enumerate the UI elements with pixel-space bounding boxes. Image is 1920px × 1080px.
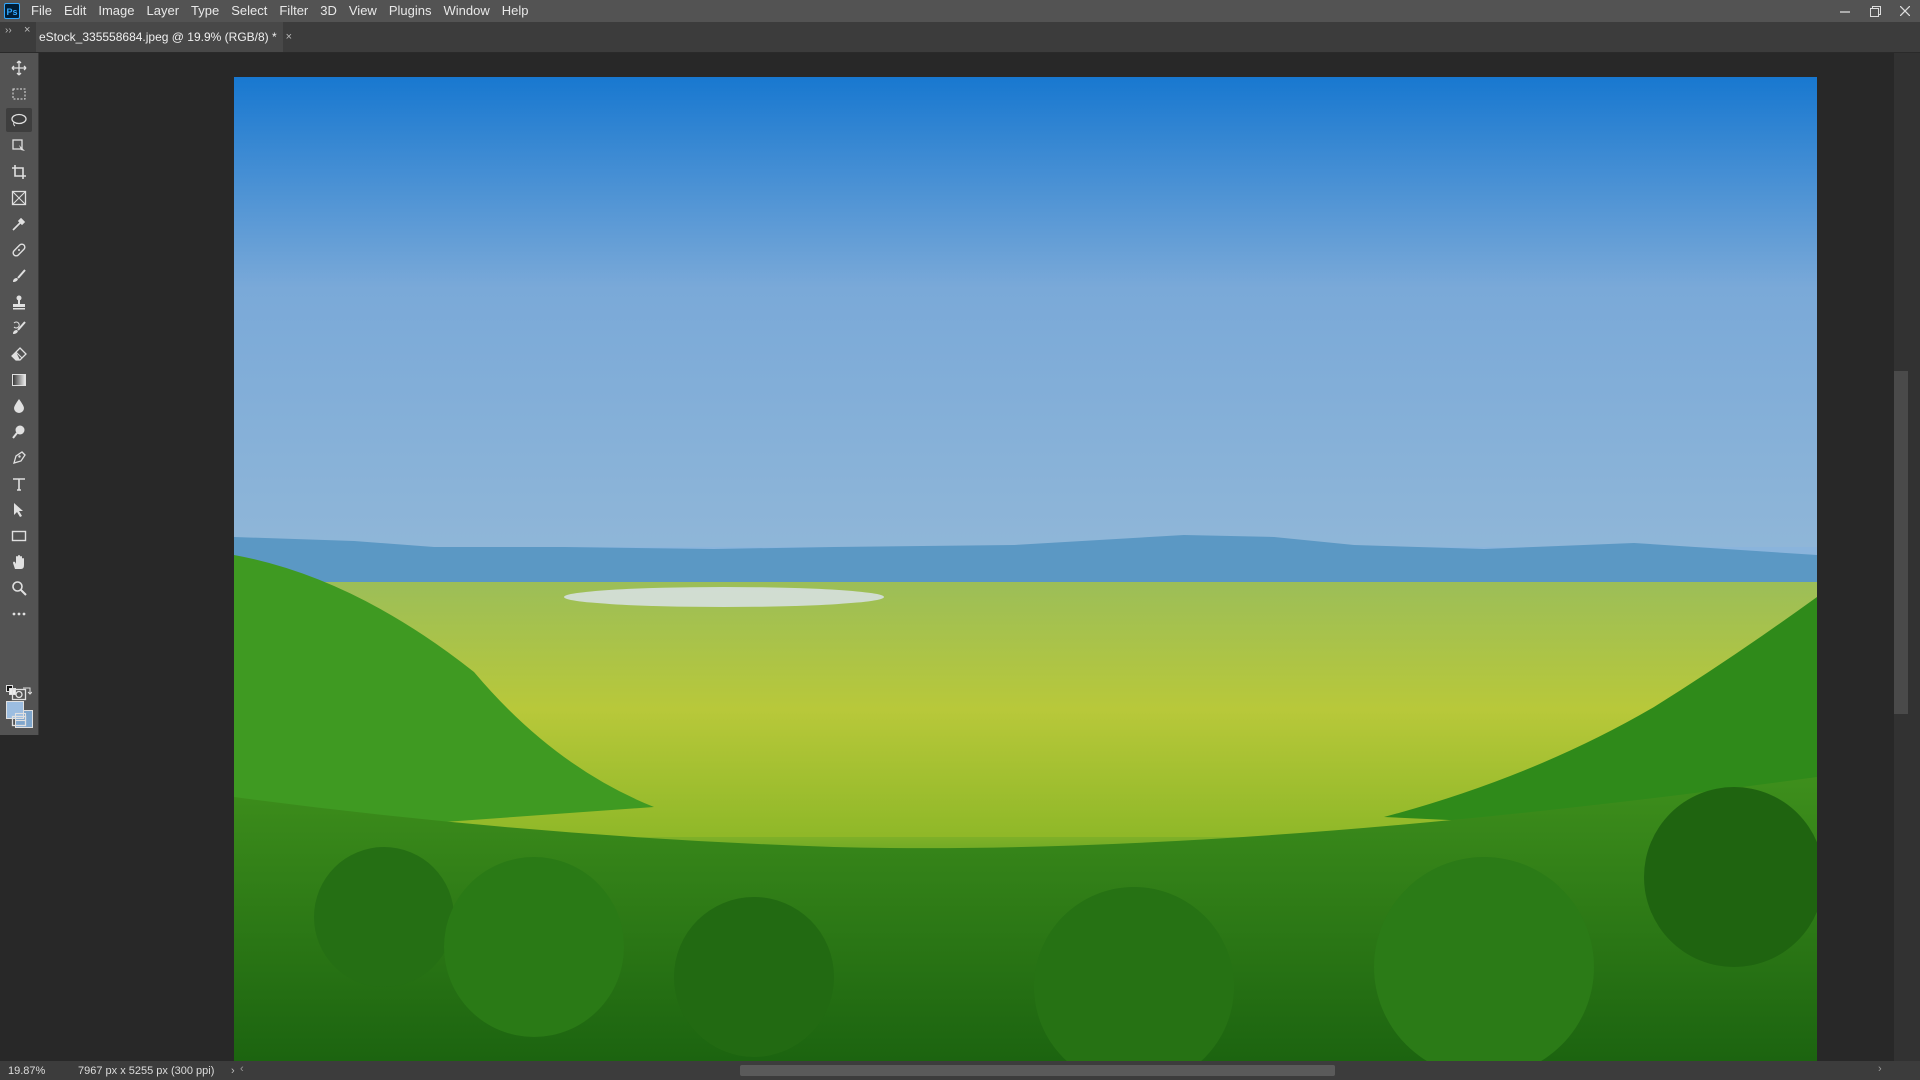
quick-mask-icon (11, 688, 27, 701)
status-menu-arrow[interactable]: › (223, 1065, 235, 1077)
menu-layer[interactable]: Layer (141, 0, 186, 22)
type-tool[interactable] (6, 472, 32, 496)
menu-type[interactable]: Type (185, 0, 225, 22)
hand-tool[interactable] (6, 550, 32, 574)
crop-tool[interactable] (6, 160, 32, 184)
panel-collapse-toggle[interactable]: ›› (5, 25, 12, 36)
minimize-icon (1840, 11, 1850, 13)
landscape-image (234, 77, 1817, 1061)
eraser-tool[interactable] (6, 342, 32, 366)
quick-mask-button[interactable] (6, 735, 32, 759)
menu-3d[interactable]: 3D (314, 0, 343, 22)
clone-stamp-tool-icon (13, 295, 25, 310)
document-tab-title: eStock_335558684.jpeg @ 19.9% (RGB/8) * (39, 30, 277, 44)
panel-close-button[interactable]: × (24, 24, 30, 36)
menu-edit[interactable]: Edit (58, 0, 92, 22)
frame-tool[interactable] (6, 186, 32, 210)
menu-window[interactable]: Window (437, 0, 495, 22)
screen-mode-button[interactable] (6, 708, 32, 732)
healing-brush-tool[interactable] (6, 238, 32, 262)
minimize-button[interactable] (1830, 0, 1860, 22)
more-tools-icon (12, 612, 26, 616)
menu-image[interactable]: Image (92, 0, 140, 22)
eyedropper-tool[interactable] (6, 212, 32, 236)
type-tool-icon (13, 478, 25, 491)
marquee-tool[interactable] (6, 82, 32, 106)
restore-button[interactable] (1860, 0, 1890, 22)
marquee-tool-icon (12, 88, 26, 100)
menu-view[interactable]: View (343, 0, 383, 22)
frame-tool-icon (11, 190, 27, 206)
scroll-right-arrow-icon[interactable]: › (1878, 1063, 1882, 1075)
eyedropper-tool-icon (12, 217, 26, 231)
rectangle-tool-icon (11, 530, 27, 542)
crop-tool-icon (12, 165, 26, 179)
quick-mask-toggle[interactable] (6, 682, 32, 706)
tools-panel (0, 53, 39, 735)
path-select-tool-icon (14, 503, 23, 517)
document-info: 7967 px x 5255 px (300 ppi) (78, 1064, 215, 1077)
brush-tool[interactable] (6, 264, 32, 288)
scroll-left-arrow-icon[interactable]: ‹ (240, 1063, 244, 1075)
zoom-level-field[interactable]: 19.87% (0, 1065, 58, 1077)
zoom-tool[interactable] (6, 576, 32, 600)
horizontal-scroll-thumb[interactable] (740, 1065, 1335, 1076)
gradient-tool-icon (12, 374, 26, 386)
dodge-tool[interactable] (6, 420, 32, 444)
restore-icon (1869, 5, 1881, 17)
object-select-tool[interactable] (6, 134, 32, 158)
photoshop-logo[interactable]: Ps (4, 3, 20, 19)
document-tab[interactable]: eStock_335558684.jpeg @ 19.9% (RGB/8) * … (36, 22, 292, 52)
pen-tool-icon (13, 451, 26, 464)
hand-tool-icon (13, 555, 24, 569)
object-select-tool-icon (12, 139, 25, 151)
lasso-tool-icon (11, 113, 27, 127)
document-tab-bar: ›› × eStock_335558684.jpeg @ 19.9% (RGB/… (0, 22, 1920, 53)
path-select-tool[interactable] (6, 498, 32, 522)
screen-mode-icon (11, 712, 27, 727)
menu-bar: Ps File Edit Image Layer Type Select Fil… (0, 0, 1920, 22)
move-tool-icon (11, 60, 27, 76)
brush-tool-icon (13, 269, 26, 282)
menu-file[interactable]: File (25, 0, 58, 22)
blur-tool-icon (14, 399, 24, 413)
eraser-tool-icon (11, 347, 27, 361)
blur-tool[interactable] (6, 394, 32, 418)
menu-help[interactable]: Help (496, 0, 535, 22)
window-controls (1830, 0, 1920, 22)
canvas-image[interactable] (234, 77, 1817, 1061)
vertical-scroll-thumb[interactable] (1894, 371, 1908, 714)
close-window-button[interactable] (1890, 0, 1920, 22)
history-brush-tool-icon (13, 321, 26, 334)
menu-filter[interactable]: Filter (273, 0, 314, 22)
clone-stamp-tool[interactable] (6, 290, 32, 314)
history-brush-tool[interactable] (6, 316, 32, 340)
lasso-tool[interactable] (6, 108, 32, 132)
zoom-tool-icon (12, 581, 27, 596)
document-tab-close-button[interactable]: × (286, 31, 292, 43)
more-tools-button[interactable] (6, 602, 32, 626)
move-tool[interactable] (6, 56, 32, 80)
menu-plugins[interactable]: Plugins (383, 0, 438, 22)
dodge-tool-icon (12, 425, 25, 439)
close-icon (1900, 6, 1910, 16)
pen-tool[interactable] (6, 446, 32, 470)
rectangle-tool[interactable] (6, 524, 32, 548)
healing-brush-tool-icon (12, 243, 26, 257)
gradient-tool[interactable] (6, 368, 32, 392)
menu-select[interactable]: Select (225, 0, 273, 22)
